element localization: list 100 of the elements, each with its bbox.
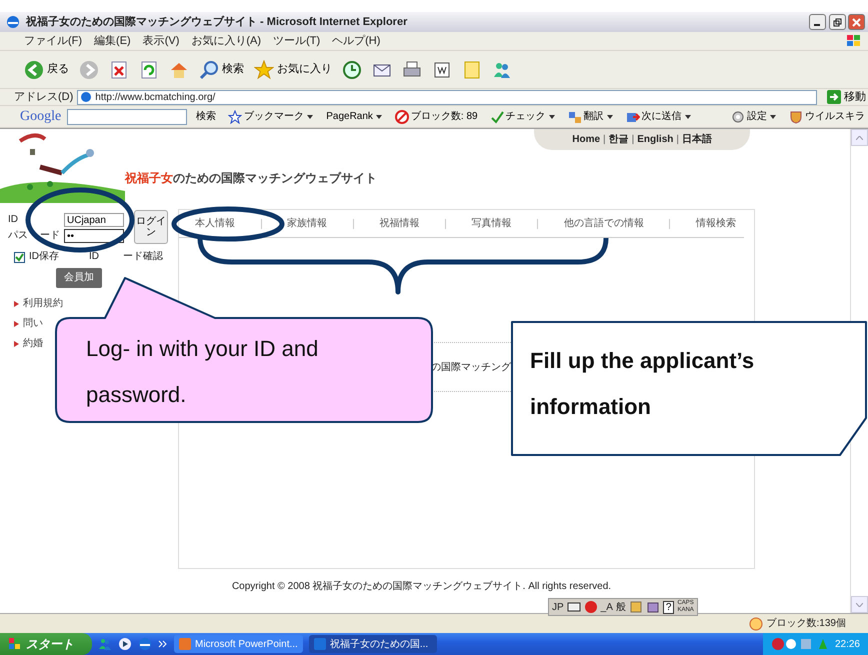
pagerank-button[interactable]: PageRank [323,109,386,124]
nav-link[interactable]: 日本語 [682,132,712,147]
side-link[interactable]: 利用規約 [14,298,63,310]
flag-icon [846,34,862,48]
menu-item[interactable]: ファイル(F) [24,32,82,50]
back-button[interactable]: 戻る [22,60,71,80]
shield-icon [789,110,803,124]
side-link[interactable]: 問い [14,318,43,330]
id-field[interactable]: UCjapan [64,213,124,227]
tab[interactable]: 祝福情報 [379,218,420,230]
google-logo: Google [20,108,62,126]
bookmark-button[interactable]: ブックマーク [225,109,318,124]
checkbox[interactable] [14,252,25,262]
printer-icon [402,60,422,80]
close-button[interactable] [848,14,866,30]
document-icon [432,60,452,80]
site-title: 祝福子女のための国際マッチングウェブサイト [125,170,377,187]
bullet-icon [14,341,19,347]
password-label: パス [8,230,29,242]
settings-icon [731,110,745,124]
taskbar-button[interactable]: 祝福子女のための国... [308,635,437,653]
taskbar-button[interactable]: Microsoft PowerPoint... [174,635,303,653]
separator: | [603,133,606,147]
block-icon [748,616,763,630]
tab[interactable]: 他の言語での情報 [564,218,644,230]
book-icon[interactable] [628,600,643,614]
tab[interactable]: 本人情報 [195,218,235,230]
address-label: アドレス(D) [14,90,74,105]
search-field[interactable] [67,108,188,124]
copyright-text: Copyright © 2008 祝福子女のための国際マッチングウェブサイト. All rights reserved. [230,581,612,593]
block-button[interactable]: ブロック数: 89 [392,109,481,124]
login-button[interactable]: ログイン [134,210,168,244]
stop-icon [109,60,129,80]
settings-button[interactable]: 設定 [728,109,780,124]
history-button[interactable] [340,60,364,80]
translate-button[interactable]: 翻訳 [564,109,617,124]
translate-icon [568,110,582,124]
checkbox-label: ID保存 [29,251,59,263]
window-title: 祝福子女のための国際マッチングウェブサイト - Microsoft Internet Explorer [26,14,408,30]
refresh-icon [139,60,159,80]
app-icon [314,638,326,650]
forward-icon [79,60,99,80]
favorites-button[interactable]: お気に入り [252,60,334,80]
tab[interactable]: 情報検索 [696,218,736,230]
language-bar-text: _A [600,600,613,614]
check-icon [15,252,24,262]
tools-icon[interactable] [646,600,660,614]
go-button[interactable]: 移動 [825,88,868,106]
media-icon[interactable] [118,637,132,651]
windows-logo-icon [8,637,22,651]
arrow-icon [827,90,841,104]
block-icon [394,110,409,124]
caret-icon [606,112,614,120]
close-icon [852,18,862,26]
restore-button[interactable] [828,14,846,30]
bullet-icon [14,321,19,327]
app-icon [179,638,191,650]
send-button[interactable]: 次に送信 [622,109,695,124]
join-button[interactable]: 会員加 [56,268,102,288]
search-button[interactable]: 検索 [193,109,220,124]
minimize-button[interactable] [808,14,826,30]
address-field[interactable]: http://www.bcmatching.org/ [77,90,817,104]
star-icon [254,60,274,80]
people-icon[interactable] [98,637,112,651]
virus-button[interactable]: ウイルスキラ [786,109,868,124]
search-icon [199,60,219,80]
side-link[interactable]: 約婚 [14,338,43,350]
caret-icon [374,112,383,120]
tab[interactable]: 写真情報 [472,218,512,230]
chevron-icon[interactable] [158,639,168,649]
keyboard-icon[interactable] [566,601,581,613]
separator: | [632,133,634,147]
search-button[interactable]: 検索 [197,60,246,80]
callout-text: Fill up the applicant’s information [530,347,756,421]
nav-link[interactable]: English [637,132,674,147]
start-button[interactable]: スタート [0,633,92,655]
status-text: ブロック数:139個 [766,616,846,631]
caret-icon [548,112,556,120]
menu-item[interactable]: お気に入り(A) [191,32,262,50]
menu-item[interactable]: ツール(T) [273,32,320,50]
id-label: ID [8,214,19,226]
password-label: ード [40,230,61,242]
nav-link[interactable]: 한글 [608,132,629,147]
language-bar-text: JP [552,600,564,614]
nav-link[interactable]: Home [572,132,600,147]
password-field[interactable]: •• [64,229,124,243]
menu-item[interactable]: ヘルプ(H) [332,32,380,50]
menu-item[interactable]: 表示(V) [142,32,180,50]
page-icon [80,91,92,103]
help-button[interactable]: ? [662,600,674,614]
spellcheck-icon [490,110,504,124]
check-button[interactable]: チェック [486,109,559,124]
star-icon [228,110,242,124]
link[interactable]: ード確認 [123,251,163,263]
caret-icon [769,112,777,120]
bullet-icon [14,301,19,307]
link[interactable]: ID [89,251,99,263]
menu-item[interactable]: 編集(E) [94,32,131,50]
tab[interactable]: 家族情報 [287,218,328,230]
language-bar-text: 般 [616,600,626,614]
